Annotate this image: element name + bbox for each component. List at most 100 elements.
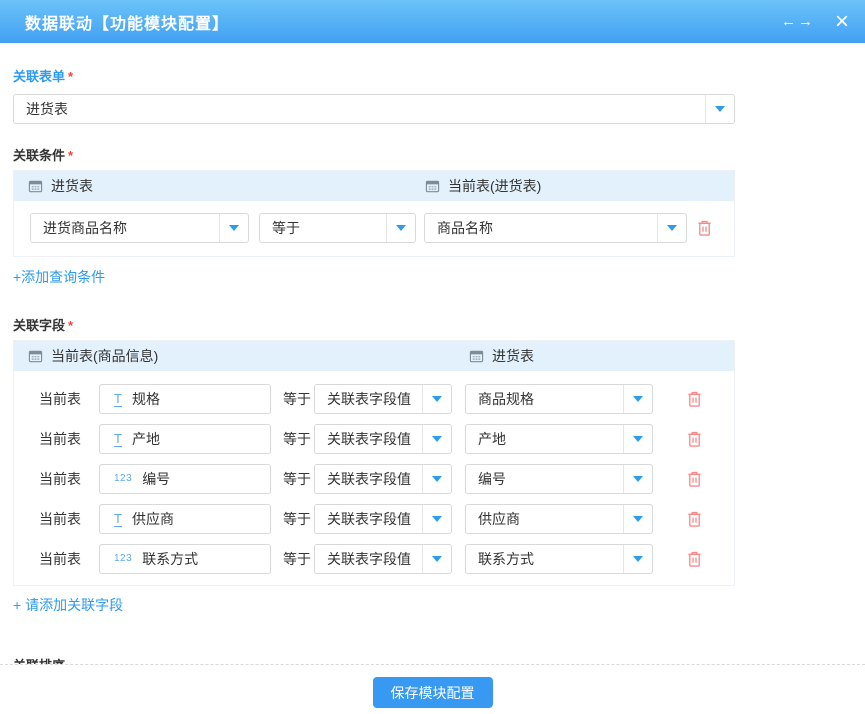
target-field-select[interactable]: 商品规格 [465,384,653,414]
table-icon [28,349,43,364]
source-type-select[interactable]: 关联表字段值 [314,544,452,574]
resize-arrows-icon[interactable]: ←→ [781,13,815,30]
chevron-down-icon [633,516,643,522]
conditions-right-table-name: 当前表(进货表) [448,176,541,196]
source-type-select[interactable]: 关联表字段值 [314,384,452,414]
chevron-down-icon [715,106,725,112]
operator-label: 等于 [283,509,314,529]
chevron-down-icon [432,556,442,562]
field-row: 当前表 123 联系方式 等于 关联表字段值 联系方式 [14,539,734,579]
trash-icon [696,219,713,237]
fields-right-table: 进货表 [469,341,534,371]
conditions-left-table: 进货表 [28,176,93,196]
fields-panel-header: 当前表(商品信息) 进货表 [14,341,734,371]
conditions-panel: 进货表 当前表(进货表) 进货商品名称 等于 商品名称 [13,170,735,257]
condition-operator-select[interactable]: 等于 [259,213,416,243]
delete-field-button[interactable] [686,390,703,408]
save-module-config-button[interactable]: 保存模块配置 [373,677,493,708]
fields-right-table-name: 进货表 [492,346,534,366]
related-form-select[interactable]: 进货表 [13,94,735,124]
add-condition-link[interactable]: +添加查询条件 [13,267,105,287]
chevron-down-icon [432,516,442,522]
required-asterisk: * [68,69,73,84]
fields-left-table: 当前表(商品信息) [28,346,158,366]
delete-field-button[interactable] [686,430,703,448]
trash-icon [686,390,703,408]
field-row: 当前表 T 产地 等于 关联表字段值 产地 [14,419,734,459]
operator-label: 等于 [283,469,314,489]
conditions-label: 关联条件* [13,145,865,164]
current-field-box[interactable]: 123 编号 [99,464,271,494]
chevron-down-icon [432,396,442,402]
trash-icon [686,470,703,488]
chevron-down-icon [229,225,239,231]
delete-field-button[interactable] [686,510,703,528]
conditions-left-table-name: 进货表 [51,176,93,196]
row-prefix: 当前表 [39,549,99,569]
fields-left-table-name: 当前表(商品信息) [51,346,158,366]
current-field-box[interactable]: 123 联系方式 [99,544,271,574]
row-prefix: 当前表 [39,389,99,409]
condition-target-select[interactable]: 商品名称 [424,213,687,243]
trash-icon [686,550,703,568]
dialog-title: 数据联动【功能模块配置】 [25,10,781,34]
target-field-select[interactable]: 联系方式 [465,544,653,574]
condition-field-select[interactable]: 进货商品名称 [30,213,249,243]
target-field-select[interactable]: 编号 [465,464,653,494]
field-row: 当前表 123 编号 等于 关联表字段值 编号 [14,459,734,499]
row-prefix: 当前表 [39,509,99,529]
dialog-footer: 保存模块配置 [0,664,865,714]
chevron-down-icon [633,396,643,402]
number-type-icon: 123 [114,474,132,484]
target-field-select[interactable]: 供应商 [465,504,653,534]
table-icon [425,179,440,194]
close-icon[interactable]: × [835,12,849,32]
current-field-box[interactable]: T 产地 [99,424,271,454]
field-row: 当前表 T 供应商 等于 关联表字段值 供应商 [14,499,734,539]
operator-label: 等于 [283,549,314,569]
chevron-down-icon [667,225,677,231]
required-asterisk: * [68,318,73,333]
trash-icon [686,510,703,528]
table-icon [469,349,484,364]
text-type-icon: T [114,392,122,407]
field-row: 当前表 T 规格 等于 关联表字段值 商品规格 [14,379,734,419]
current-field-box[interactable]: T 规格 [99,384,271,414]
add-field-link[interactable]: + 请添加关联字段 [13,595,123,615]
chevron-down-zone [705,95,734,123]
required-asterisk: * [68,148,73,163]
chevron-down-icon [633,436,643,442]
delete-field-button[interactable] [686,470,703,488]
conditions-panel-header: 进货表 当前表(进货表) [14,171,734,201]
dialog-header: 数据联动【功能模块配置】 ←→ × [0,0,865,43]
text-type-icon: T [114,512,122,527]
current-field-box[interactable]: T 供应商 [99,504,271,534]
operator-label: 等于 [283,389,314,409]
text-type-icon: T [114,432,122,447]
chevron-down-icon [396,225,406,231]
fields-panel: 当前表(商品信息) 进货表 当前表 T 规格 等于 关联表字段值 [13,340,735,586]
row-prefix: 当前表 [39,429,99,449]
source-type-select[interactable]: 关联表字段值 [314,464,452,494]
delete-condition-button[interactable] [696,219,713,237]
operator-label: 等于 [283,429,314,449]
chevron-down-icon [633,556,643,562]
table-icon [28,179,43,194]
delete-field-button[interactable] [686,550,703,568]
related-form-select-value: 进货表 [14,99,705,119]
conditions-right-table: 当前表(进货表) [425,171,541,201]
trash-icon [686,430,703,448]
fields-label: 关联字段* [13,315,865,334]
row-prefix: 当前表 [39,469,99,489]
field-rows: 当前表 T 规格 等于 关联表字段值 商品规格 [14,371,734,585]
chevron-down-icon [633,476,643,482]
source-type-select[interactable]: 关联表字段值 [314,504,452,534]
related-form-label: 关联表单* [13,66,865,85]
number-type-icon: 123 [114,554,132,564]
chevron-down-icon [432,436,442,442]
dialog-actions: ←→ × [781,12,849,32]
source-type-select[interactable]: 关联表字段值 [314,424,452,454]
condition-row: 进货商品名称 等于 商品名称 [14,201,734,256]
target-field-select[interactable]: 产地 [465,424,653,454]
chevron-down-icon [432,476,442,482]
